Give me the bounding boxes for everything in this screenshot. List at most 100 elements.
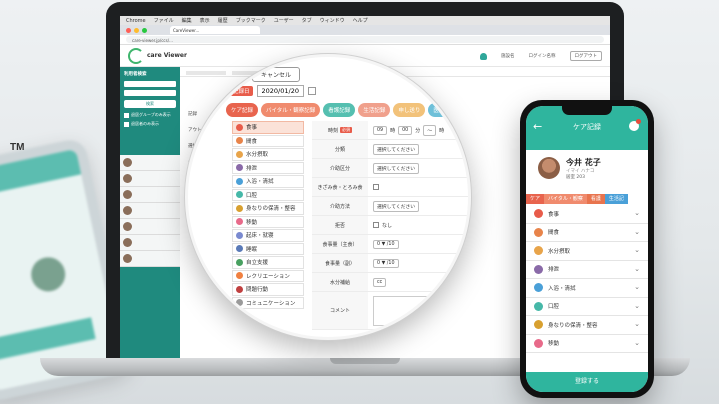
form-select[interactable]: 選択してください — [373, 162, 420, 174]
notification-bell-icon[interactable] — [480, 52, 487, 60]
menubar-item[interactable]: タブ — [302, 17, 312, 24]
time-select[interactable]: 09 — [373, 125, 388, 135]
login-name-link[interactable]: ログイン名称 — [529, 53, 556, 59]
minced-food-checkbox[interactable] — [373, 184, 379, 190]
menubar-item[interactable]: ヘルプ — [353, 17, 368, 24]
care-category-item[interactable]: 問題行動 — [232, 283, 304, 296]
chevron-down-icon: ⌄ — [634, 283, 640, 291]
category-icon — [236, 272, 243, 280]
record-tab[interactable]: バイタル・観察記録 — [261, 103, 321, 117]
phone-tab[interactable]: 看護 — [586, 194, 605, 204]
resident-list-item[interactable] — [120, 219, 180, 235]
care-category-item[interactable]: コミュニケーション — [232, 296, 304, 309]
trademark-text: TM — [10, 142, 25, 153]
category-icon — [236, 245, 243, 253]
phone-care-item[interactable]: 移動 ⌄ — [526, 335, 648, 353]
category-label: 間食 — [246, 138, 258, 145]
comment-textarea[interactable] — [373, 295, 468, 326]
record-tab[interactable]: 医療 — [428, 103, 450, 117]
menubar-item[interactable]: 表示 — [200, 17, 210, 24]
care-category-item[interactable]: 起床・就寝 — [232, 229, 304, 242]
care-category-item[interactable]: 口腔 — [232, 188, 304, 201]
form-row: 水分補給 cc — [312, 273, 468, 292]
category-label: 口腔 — [246, 192, 258, 199]
care-category-item[interactable]: 食事 — [232, 121, 304, 134]
phone-tab[interactable]: バイタル・観察 — [544, 194, 587, 204]
category-icon — [534, 283, 543, 293]
care-category-item[interactable]: 自立支援 — [232, 256, 304, 269]
avatar — [123, 238, 132, 247]
menubar-item[interactable]: ブックマーク — [236, 17, 266, 24]
menubar-item[interactable]: 編集 — [182, 17, 192, 24]
cancel-button[interactable]: キャンセル — [252, 67, 301, 82]
resident-room: 居室 203 — [566, 174, 586, 180]
record-tab[interactable]: 看護記録 — [323, 103, 356, 117]
record-tab[interactable]: 生活記録 — [358, 103, 391, 117]
refusal-checkbox[interactable] — [373, 222, 379, 228]
close-window-icon[interactable] — [126, 27, 131, 33]
care-category-item[interactable]: 排泄 — [232, 161, 304, 174]
filter-checkbox[interactable]: 退居者のみ表示 — [124, 121, 176, 127]
phone-care-item[interactable]: 口腔 ⌄ — [526, 298, 648, 316]
care-category-item[interactable]: 身なりの保清・整容 — [232, 202, 304, 215]
calendar-icon[interactable] — [307, 87, 316, 95]
category-label: 起床・就寝 — [246, 233, 274, 240]
phone-care-item[interactable]: 食事 ⌄ — [526, 205, 648, 224]
care-category-item[interactable]: 入浴・清拭 — [232, 175, 304, 188]
minimize-window-icon[interactable] — [134, 27, 139, 33]
phone-care-item[interactable]: 身なりの保清・整容 ⌄ — [526, 316, 648, 335]
facility-name-link[interactable]: 施設名 — [501, 53, 515, 59]
form-select[interactable]: 選択してください — [373, 200, 420, 212]
resident-list-item[interactable] — [120, 203, 180, 219]
menubar-item[interactable]: ユーザー — [274, 17, 294, 24]
phone-care-item[interactable]: 排泄 ⌄ — [526, 261, 648, 279]
search-input[interactable] — [124, 81, 176, 87]
care-category-item[interactable]: レクリエーション — [232, 269, 304, 282]
resident-list-item[interactable] — [120, 171, 180, 187]
resident-list-item[interactable] — [120, 187, 180, 203]
form-select[interactable]: 0 ▼ /10 — [373, 258, 399, 268]
category-icon — [236, 299, 243, 307]
care-category-item[interactable]: 間食 — [232, 134, 304, 147]
phone-care-item[interactable]: 入浴・清拭 ⌄ — [526, 279, 648, 298]
care-category-item[interactable]: 水分摂取 — [232, 148, 304, 161]
water-input[interactable]: cc — [373, 277, 387, 287]
time-select[interactable]: 00 — [398, 125, 413, 135]
filter-checkbox[interactable]: 退居グループのみ表示 — [124, 112, 176, 118]
chevron-down-icon: ⌄ — [634, 264, 640, 273]
menubar-item[interactable]: ファイル — [154, 17, 174, 24]
chevron-down-icon: ⌄ — [634, 320, 640, 328]
resident-list-item[interactable] — [120, 235, 180, 251]
menubar-item[interactable]: Chrome — [126, 18, 146, 24]
notification-icon[interactable] — [629, 119, 641, 131]
form-row-label: 食事量（副） — [312, 254, 368, 272]
search-input-2[interactable] — [124, 90, 176, 96]
address-bar[interactable]: care-viewer.jp/ccs/... — [126, 36, 604, 43]
menubar-item[interactable]: 履歴 — [218, 17, 228, 24]
form-select[interactable]: 選択してください — [373, 143, 420, 155]
submit-button[interactable]: 登録する — [526, 372, 648, 392]
menubar-item[interactable]: ウィンドウ — [320, 17, 345, 24]
phone-tab[interactable]: ケア — [526, 194, 545, 204]
avatar — [123, 222, 132, 231]
form-row-control: なし — [368, 222, 392, 229]
maximize-window-icon[interactable] — [142, 27, 147, 33]
time-select[interactable]: ～ — [423, 124, 437, 136]
phone-care-item[interactable]: 間食 ⌄ — [526, 224, 648, 242]
resident-list-item[interactable] — [120, 251, 180, 267]
form-select[interactable]: 0 ▼ /10 — [373, 239, 399, 249]
record-tab[interactable]: 申し送り — [393, 103, 426, 117]
date-input[interactable]: 2020/01/20 — [256, 85, 304, 97]
logout-button[interactable]: ログアウト — [569, 51, 602, 61]
care-category-item[interactable]: 移動 — [232, 215, 304, 228]
refusal-value: なし — [382, 222, 393, 229]
care-category-item[interactable]: 睡眠 — [232, 242, 304, 255]
chevron-down-icon: ⌄ — [634, 227, 640, 236]
browser-tab[interactable]: CareViewer... — [170, 26, 260, 34]
phone-tab[interactable]: 生活記 — [604, 194, 628, 204]
resident-list-item[interactable] — [120, 155, 180, 171]
category-label: レクリエーション — [246, 273, 290, 280]
search-button[interactable]: 検索 — [124, 100, 176, 108]
phone-care-item[interactable]: 水分摂取 ⌄ — [526, 242, 648, 261]
record-tab[interactable]: ケア記録 — [226, 103, 259, 117]
